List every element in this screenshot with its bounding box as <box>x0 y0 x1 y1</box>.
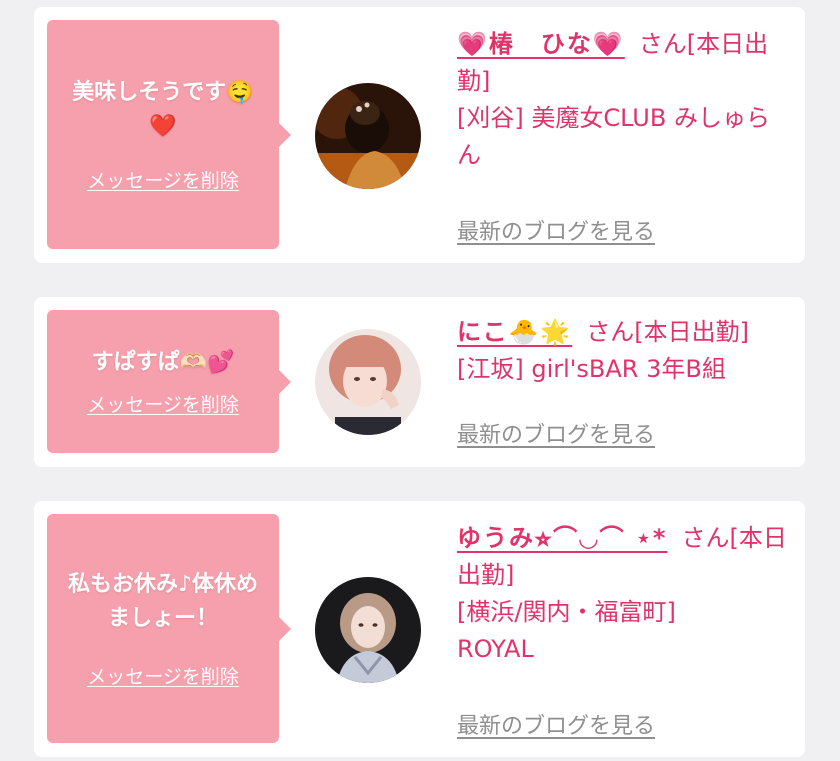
delete-message-link[interactable]: メッセージを削除 <box>87 166 239 193</box>
heart-emoji: ❤️ <box>149 114 177 139</box>
cast-name-link[interactable]: ゆうみ⭐︎⌒◡⌒ ⋆* <box>457 524 667 552</box>
shop-info: [江坂] girl'sBAR 3年B組 <box>457 355 726 383</box>
shop-info: [横浜/関内・福富町] ROYAL <box>457 598 676 663</box>
message-text: すぱすぱ🫶🏻💕 <box>91 350 235 375</box>
delete-message-link[interactable]: メッセージを削除 <box>87 390 239 417</box>
message-bubble: 私もお休み♪体休めましょー！ メッセージを削除 <box>47 514 291 743</box>
message-list: 美味しそうです🤤 ❤️ メッセージを削除 💗椿 ひな💗 さん[本日出勤] [刈谷]… <box>0 0 840 761</box>
message-card: 美味しそうです🤤 ❤️ メッセージを削除 💗椿 ひな💗 さん[本日出勤] [刈谷]… <box>34 7 805 263</box>
honorific: さん <box>638 30 687 58</box>
message-text: 私もお休み♪体休めましょー！ <box>67 572 259 631</box>
avatar[interactable] <box>315 83 421 189</box>
cast-info: 💗椿 ひな💗 さん[本日出勤] [刈谷] 美魔女CLUB みしゅらん <box>457 26 792 174</box>
delete-message-link[interactable]: メッセージを削除 <box>87 662 239 689</box>
message-card: すぱすぱ🫶🏻💕 メッセージを削除 にこ🐣🌟 さん[本日出勤] [江坂] girl'… <box>34 297 805 467</box>
shop-info: [刈谷] 美魔女CLUB みしゅらん <box>457 104 770 169</box>
view-blog-link[interactable]: 最新のブログを見る <box>457 214 655 246</box>
cast-info: ゆうみ⭐︎⌒◡⌒ ⋆* さん[本日出勤] [横浜/関内・福富町] ROYAL <box>457 520 792 668</box>
message-text: 美味しそうです🤤 <box>72 80 254 105</box>
avatar[interactable] <box>315 577 421 683</box>
cast-name-link[interactable]: にこ🐣🌟 <box>457 318 572 346</box>
view-blog-link[interactable]: 最新のブログを見る <box>457 708 655 740</box>
honorific: さん <box>681 524 730 552</box>
message-card: 私もお休み♪体休めましょー！ メッセージを削除 ゆうみ⭐︎⌒◡⌒ ⋆* さん[本日… <box>34 501 805 757</box>
avatar[interactable] <box>315 329 421 435</box>
view-blog-link[interactable]: 最新のブログを見る <box>457 417 655 449</box>
work-status: [本日出勤] <box>634 318 750 346</box>
message-bubble: 美味しそうです🤤 ❤️ メッセージを削除 <box>47 20 291 249</box>
message-bubble: すぱすぱ🫶🏻💕 メッセージを削除 <box>47 310 291 453</box>
cast-info: にこ🐣🌟 さん[本日出勤] [江坂] girl'sBAR 3年B組 <box>457 314 802 388</box>
honorific: さん <box>586 318 635 346</box>
cast-name-link[interactable]: 💗椿 ひな💗 <box>457 30 625 58</box>
